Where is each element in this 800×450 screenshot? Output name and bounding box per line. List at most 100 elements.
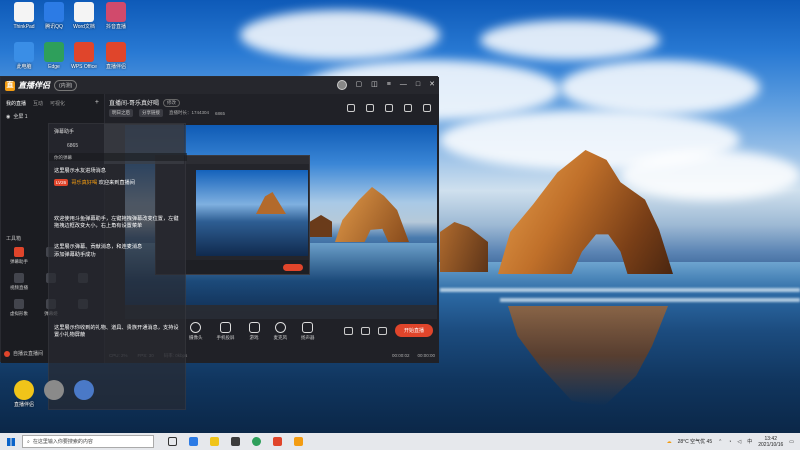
tool-item[interactable]: 视频直播 [3,273,35,291]
close-icon[interactable]: ✕ [429,80,435,90]
bell-icon[interactable] [404,104,412,112]
camera-label: 摄像头 [189,335,203,340]
taskbar-folder-icon[interactable] [210,437,219,446]
speaker-icon [302,322,314,333]
room-title-row: 直播间-哥乐真好喝 修改 [109,98,180,107]
windows-icon [7,437,15,446]
tool-item[interactable]: 弹幕助手 [3,247,35,265]
camera-button[interactable]: 摄像头 [189,322,203,341]
info-message: 这里展示弹幕、贡献消息，和连麦消息 [54,244,143,250]
notification-icon[interactable]: ▭ [789,439,794,445]
app-icon [106,42,126,62]
app-icon [44,2,64,22]
add-scene-icon[interactable]: + [95,99,99,107]
gift-tip-message: 这里展示你收到的礼物、道具、贵族开通消息，支持设置小礼物屏蔽 [54,325,179,338]
help-message: 欢迎使用斗鱼弹幕助手，左键拖拽弹幕改变位置，左键拖拽边框改变大小，右上角有设置菜… [54,216,179,229]
share-icon[interactable] [423,104,431,112]
scene-item[interactable]: ◉ 全屏 1 [1,110,104,123]
start-button[interactable] [0,433,22,450]
scene-label: 全屏 1 [13,114,28,120]
taskbar-app-icon[interactable] [231,437,240,446]
game-label: 游戏 [249,335,259,340]
camera-icon [190,322,202,333]
app-logo: 直 直播伴侣 [5,80,50,91]
menu-icon[interactable]: ≡ [387,80,391,90]
edit-title-button[interactable]: 修改 [163,98,180,107]
tab-interact[interactable]: 互动 [33,100,43,107]
minimize-icon[interactable]: — [400,80,407,90]
app-icon [14,42,34,62]
tab-my-live[interactable]: 我的直播 [6,100,26,107]
version-badge[interactable]: (内测) [54,80,78,91]
preview-eye-icon[interactable] [360,326,370,335]
taskbar: ⌕ 在这里输入你要搜索的内容 ☁ 28°C 空气优 45 ⌃ ◔ ◁ 中 13:… [0,433,800,450]
speaker-label: 扬声器 [301,335,315,340]
tool-icon [14,247,24,257]
tab-visual[interactable]: 可视化 [50,100,65,107]
logo-icon: 直 [5,80,15,91]
desktop-icon[interactable]: 直播伴侣 [96,42,136,70]
app-icon [44,42,64,62]
taskbar-chrome-icon[interactable] [252,437,261,446]
category-pill[interactable]: 明日之后 [109,109,133,117]
app-icon [74,380,94,400]
panel-section: 你的弹幕 [54,155,72,160]
taskbar-search[interactable]: ⌕ 在这里输入你要搜索的内容 [22,435,154,448]
taskbar-wps-icon[interactable] [273,437,282,446]
phone-cast-icon [220,322,231,333]
eye-icon[interactable]: ◉ [6,114,10,120]
go-live-button[interactable]: 开始直播 [394,324,433,337]
enter-message: 这里展示水友进场消息 [54,168,106,174]
record-icon [4,350,10,357]
share-pill[interactable]: 分享链接 [139,109,163,117]
game-button[interactable]: 游戏 [248,322,260,341]
room-info: 明日之后 分享链接 直播时长：1744304 6865 [109,109,225,117]
viewer-count-panel: 6865 [67,143,79,149]
network-icon[interactable]: ◔ [728,439,731,445]
tray-chevron-icon[interactable]: ⌃ [718,439,722,445]
danmaku-assistant-panel[interactable]: 弹幕助手 6865 你的弹幕 这里展示水友进场消息 LV26 哥乐真好喝 欢迎来到… [48,123,187,410]
search-icon: ⌕ [27,438,30,445]
maximize-icon[interactable]: □ [416,80,420,90]
desktop-icon-label: 直播伴侣 [13,402,34,408]
task-icon[interactable] [347,104,355,112]
speaker-button[interactable]: 扬声器 [301,322,315,341]
title-bar[interactable]: 直 直播伴侣 (内测) ▢ ◫ ≡ — □ ✕ [1,77,439,94]
mic-icon [274,322,286,333]
tool-icon [14,299,24,309]
mic-button[interactable]: 麦克风 [274,322,287,341]
taskbar-edge-icon[interactable] [189,437,198,446]
clock[interactable]: 13:42 2021/10/16 [758,436,783,448]
level-badge: LV26 [54,179,69,186]
tool-label: 虚拟形象 [10,311,28,316]
lock-icon[interactable] [366,104,374,112]
app-icon [74,2,94,22]
app-icon [14,380,34,400]
app-icon [106,2,126,22]
desktop-icon-label: 直播伴侣 [105,64,126,70]
desktop-icon[interactable] [64,380,104,402]
task-view-icon[interactable] [168,437,177,446]
vip-name: 哥乐真好喝 [71,180,98,186]
user-avatar[interactable] [336,80,347,90]
volume-icon[interactable]: ◁ [737,439,741,445]
taskbar-live-icon[interactable] [294,437,303,446]
phone-cast-button[interactable]: 手机投屏 [217,322,235,341]
tool-label: 弹幕助手 [10,259,28,264]
chat-icon[interactable]: ▢ [356,80,363,90]
skin-icon[interactable]: ◫ [371,80,378,90]
tool-item[interactable]: 虚拟形象 [3,299,35,317]
ime-icon[interactable]: 中 [747,438,752,445]
live-room-link[interactable]: 自播云直播间 [4,350,43,357]
phone-cast-label: 手机投屏 [216,335,235,340]
record-timer: 00:00:00 [417,353,435,358]
system-tray: ☁ 28°C 空气优 45 ⌃ ◔ ◁ 中 13:42 2021/10/16 ▭ [667,436,800,448]
live-room-label: 自播云直播间 [13,351,44,357]
panel-header: 弹幕助手 [54,129,75,135]
weather-text[interactable]: 28°C 空气优 45 [678,438,713,445]
live-timer: 00:00:02 [391,353,410,358]
desktop-icon[interactable]: 抖音直播 [96,2,136,30]
settings-icon[interactable] [377,326,387,335]
record-video-icon[interactable] [343,326,353,335]
gift-icon[interactable] [385,104,393,112]
